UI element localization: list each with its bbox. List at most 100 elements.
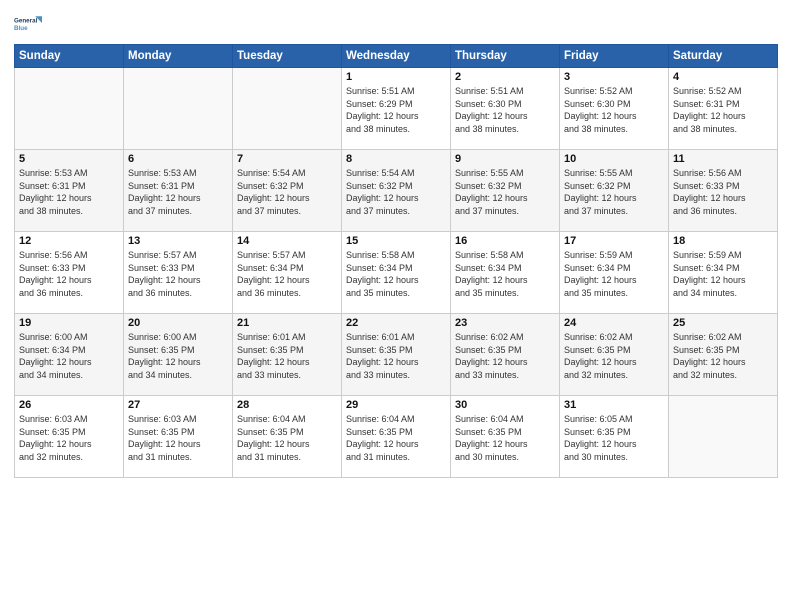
day-number: 7 <box>237 153 337 165</box>
calendar-cell: 4 Sunrise: 5:52 AMSunset: 6:31 PMDaylight… <box>669 68 778 150</box>
weekday-friday: Friday <box>560 45 669 68</box>
day-number: 11 <box>673 153 773 165</box>
logo: GeneralBlue <box>14 10 42 38</box>
day-info: Sunrise: 5:56 AMSunset: 6:33 PMDaylight:… <box>673 167 773 217</box>
day-info: Sunrise: 5:52 AMSunset: 6:30 PMDaylight:… <box>564 85 664 135</box>
day-info: Sunrise: 5:52 AMSunset: 6:31 PMDaylight:… <box>673 85 773 135</box>
day-info: Sunrise: 6:03 AMSunset: 6:35 PMDaylight:… <box>19 413 119 463</box>
day-number: 21 <box>237 317 337 329</box>
day-info: Sunrise: 5:54 AMSunset: 6:32 PMDaylight:… <box>237 167 337 217</box>
day-info: Sunrise: 5:53 AMSunset: 6:31 PMDaylight:… <box>19 167 119 217</box>
day-number: 5 <box>19 153 119 165</box>
calendar-cell: 11 Sunrise: 5:56 AMSunset: 6:33 PMDayligh… <box>669 150 778 232</box>
day-number: 19 <box>19 317 119 329</box>
day-number: 8 <box>346 153 446 165</box>
calendar-cell: 2 Sunrise: 5:51 AMSunset: 6:30 PMDaylight… <box>451 68 560 150</box>
weekday-tuesday: Tuesday <box>233 45 342 68</box>
day-number: 23 <box>455 317 555 329</box>
day-number: 10 <box>564 153 664 165</box>
day-number: 16 <box>455 235 555 247</box>
calendar-cell: 20 Sunrise: 6:00 AMSunset: 6:35 PMDayligh… <box>124 314 233 396</box>
day-info: Sunrise: 5:56 AMSunset: 6:33 PMDaylight:… <box>19 249 119 299</box>
day-info: Sunrise: 6:04 AMSunset: 6:35 PMDaylight:… <box>455 413 555 463</box>
day-number: 17 <box>564 235 664 247</box>
calendar-cell: 5 Sunrise: 5:53 AMSunset: 6:31 PMDaylight… <box>15 150 124 232</box>
calendar-cell: 23 Sunrise: 6:02 AMSunset: 6:35 PMDayligh… <box>451 314 560 396</box>
day-info: Sunrise: 6:01 AMSunset: 6:35 PMDaylight:… <box>237 331 337 381</box>
day-info: Sunrise: 6:02 AMSunset: 6:35 PMDaylight:… <box>564 331 664 381</box>
svg-text:General: General <box>14 18 38 25</box>
day-number: 18 <box>673 235 773 247</box>
day-info: Sunrise: 6:04 AMSunset: 6:35 PMDaylight:… <box>346 413 446 463</box>
day-number: 31 <box>564 399 664 411</box>
day-number: 2 <box>455 71 555 83</box>
day-info: Sunrise: 6:05 AMSunset: 6:35 PMDaylight:… <box>564 413 664 463</box>
calendar-table: SundayMondayTuesdayWednesdayThursdayFrid… <box>14 44 778 478</box>
day-info: Sunrise: 5:51 AMSunset: 6:30 PMDaylight:… <box>455 85 555 135</box>
day-info: Sunrise: 5:58 AMSunset: 6:34 PMDaylight:… <box>455 249 555 299</box>
day-info: Sunrise: 5:53 AMSunset: 6:31 PMDaylight:… <box>128 167 228 217</box>
calendar-week-3: 12 Sunrise: 5:56 AMSunset: 6:33 PMDayligh… <box>15 232 778 314</box>
calendar-cell: 24Sunrise: 6:02 AMSunset: 6:35 PMDayligh… <box>560 314 669 396</box>
weekday-monday: Monday <box>124 45 233 68</box>
day-number: 3 <box>564 71 664 83</box>
calendar-cell: 9Sunrise: 5:55 AMSunset: 6:32 PMDaylight… <box>451 150 560 232</box>
logo-icon: GeneralBlue <box>14 10 42 38</box>
day-number: 28 <box>237 399 337 411</box>
day-info: Sunrise: 6:04 AMSunset: 6:35 PMDaylight:… <box>237 413 337 463</box>
day-info: Sunrise: 6:00 AMSunset: 6:34 PMDaylight:… <box>19 331 119 381</box>
day-number: 14 <box>237 235 337 247</box>
calendar-cell: 12 Sunrise: 5:56 AMSunset: 6:33 PMDayligh… <box>15 232 124 314</box>
calendar-cell: 18 Sunrise: 5:59 AMSunset: 6:34 PMDayligh… <box>669 232 778 314</box>
day-info: Sunrise: 5:59 AMSunset: 6:34 PMDaylight:… <box>673 249 773 299</box>
calendar-cell: 31 Sunrise: 6:05 AMSunset: 6:35 PMDayligh… <box>560 396 669 478</box>
calendar-cell: 22 Sunrise: 6:01 AMSunset: 6:35 PMDayligh… <box>342 314 451 396</box>
day-info: Sunrise: 6:02 AMSunset: 6:35 PMDaylight:… <box>455 331 555 381</box>
weekday-saturday: Saturday <box>669 45 778 68</box>
weekday-header-row: SundayMondayTuesdayWednesdayThursdayFrid… <box>15 45 778 68</box>
day-number: 30 <box>455 399 555 411</box>
day-number: 4 <box>673 71 773 83</box>
calendar-cell: 25 Sunrise: 6:02 AMSunset: 6:35 PMDayligh… <box>669 314 778 396</box>
day-number: 29 <box>346 399 446 411</box>
calendar-cell: 27Sunrise: 6:03 AMSunset: 6:35 PMDayligh… <box>124 396 233 478</box>
calendar-cell: 21 Sunrise: 6:01 AMSunset: 6:35 PMDayligh… <box>233 314 342 396</box>
day-info: Sunrise: 6:03 AMSunset: 6:35 PMDaylight:… <box>128 413 228 463</box>
calendar-cell <box>124 68 233 150</box>
day-info: Sunrise: 6:00 AMSunset: 6:35 PMDaylight:… <box>128 331 228 381</box>
day-number: 22 <box>346 317 446 329</box>
calendar-cell: 28 Sunrise: 6:04 AMSunset: 6:35 PMDayligh… <box>233 396 342 478</box>
day-info: Sunrise: 5:51 AMSunset: 6:29 PMDaylight:… <box>346 85 446 135</box>
calendar-cell: 10Sunrise: 5:55 AMSunset: 6:32 PMDayligh… <box>560 150 669 232</box>
calendar-cell: 17Sunrise: 5:59 AMSunset: 6:34 PMDayligh… <box>560 232 669 314</box>
day-number: 25 <box>673 317 773 329</box>
calendar-cell: 13 Sunrise: 5:57 AMSunset: 6:33 PMDayligh… <box>124 232 233 314</box>
calendar-cell: 3 Sunrise: 5:52 AMSunset: 6:30 PMDaylight… <box>560 68 669 150</box>
day-number: 12 <box>19 235 119 247</box>
calendar-week-2: 5 Sunrise: 5:53 AMSunset: 6:31 PMDaylight… <box>15 150 778 232</box>
calendar-cell: 14Sunrise: 5:57 AMSunset: 6:34 PMDayligh… <box>233 232 342 314</box>
calendar-week-1: 1 Sunrise: 5:51 AMSunset: 6:29 PMDaylight… <box>15 68 778 150</box>
calendar-cell: 16 Sunrise: 5:58 AMSunset: 6:34 PMDayligh… <box>451 232 560 314</box>
weekday-sunday: Sunday <box>15 45 124 68</box>
calendar-cell: 19 Sunrise: 6:00 AMSunset: 6:34 PMDayligh… <box>15 314 124 396</box>
day-number: 1 <box>346 71 446 83</box>
day-number: 13 <box>128 235 228 247</box>
day-number: 20 <box>128 317 228 329</box>
day-info: Sunrise: 5:58 AMSunset: 6:34 PMDaylight:… <box>346 249 446 299</box>
calendar-cell <box>669 396 778 478</box>
calendar-cell: 6 Sunrise: 5:53 AMSunset: 6:31 PMDaylight… <box>124 150 233 232</box>
calendar-cell: 8Sunrise: 5:54 AMSunset: 6:32 PMDaylight… <box>342 150 451 232</box>
day-info: Sunrise: 6:02 AMSunset: 6:35 PMDaylight:… <box>673 331 773 381</box>
calendar-cell <box>233 68 342 150</box>
day-info: Sunrise: 5:55 AMSunset: 6:32 PMDaylight:… <box>455 167 555 217</box>
calendar-week-4: 19 Sunrise: 6:00 AMSunset: 6:34 PMDayligh… <box>15 314 778 396</box>
day-number: 26 <box>19 399 119 411</box>
day-info: Sunrise: 5:57 AMSunset: 6:33 PMDaylight:… <box>128 249 228 299</box>
calendar-cell <box>15 68 124 150</box>
day-info: Sunrise: 6:01 AMSunset: 6:35 PMDaylight:… <box>346 331 446 381</box>
weekday-thursday: Thursday <box>451 45 560 68</box>
day-number: 6 <box>128 153 228 165</box>
calendar-week-5: 26 Sunrise: 6:03 AMSunset: 6:35 PMDayligh… <box>15 396 778 478</box>
calendar-cell: 26 Sunrise: 6:03 AMSunset: 6:35 PMDayligh… <box>15 396 124 478</box>
